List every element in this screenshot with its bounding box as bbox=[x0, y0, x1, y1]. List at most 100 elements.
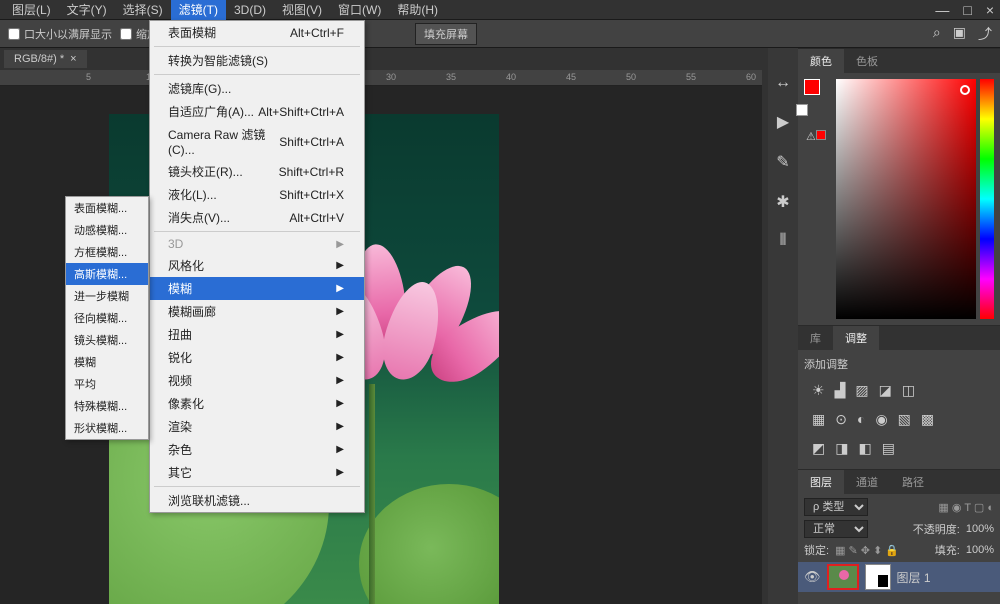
adjustment-preset-icon[interactable]: ☀ bbox=[812, 382, 825, 399]
filter-menu-item[interactable]: 浏览联机滤镜... bbox=[150, 489, 364, 512]
adjustment-preset-icon[interactable]: ▦ bbox=[812, 411, 825, 428]
filter-menu-item[interactable]: Camera Raw 滤镜(C)...Shift+Ctrl+A bbox=[150, 123, 364, 160]
opacity-value[interactable]: 100% bbox=[966, 523, 994, 535]
fit-screen-checkbox[interactable]: 口大小以满屏显示 bbox=[8, 26, 112, 42]
filter-menu-item[interactable]: 转换为智能滤镜(S) bbox=[150, 49, 364, 72]
adjustment-preset-icon[interactable]: ◐ bbox=[857, 411, 865, 428]
blur-menu-item[interactable]: 镜头模糊... bbox=[66, 329, 148, 351]
minimize-icon[interactable]: — bbox=[935, 2, 949, 18]
lock-option-icon[interactable]: ✥ bbox=[861, 545, 873, 557]
dock-icon-nav[interactable]: ↔ bbox=[775, 74, 791, 92]
mask-thumbnail[interactable] bbox=[865, 564, 891, 590]
document-tab-close-icon[interactable]: × bbox=[70, 53, 76, 65]
menu-layer[interactable]: 图层(L) bbox=[4, 0, 59, 20]
layer-name[interactable]: 图层 1 bbox=[897, 569, 931, 586]
share-icon[interactable]: ⤴ bbox=[978, 24, 992, 44]
adjustment-preset-icon[interactable]: ▟ bbox=[835, 382, 846, 399]
filter-menu-item[interactable]: 模糊画廊▶ bbox=[150, 300, 364, 323]
layer-filter-icon[interactable]: ▦ bbox=[938, 502, 951, 514]
lock-option-icon[interactable]: ⬍ bbox=[873, 545, 885, 557]
layer-kind-filter[interactable]: ρ 类型 bbox=[804, 498, 868, 516]
tab-adjustments[interactable]: 调整 bbox=[833, 326, 879, 350]
hue-slider[interactable] bbox=[980, 79, 994, 319]
filter-menu-item[interactable]: 扭曲▶ bbox=[150, 323, 364, 346]
adjustment-preset-icon[interactable]: ▨ bbox=[855, 382, 868, 399]
gamut-warning-icon[interactable]: ⚠ bbox=[806, 130, 816, 143]
blur-menu-item[interactable]: 表面模糊... bbox=[66, 197, 148, 219]
adjustment-preset-icon[interactable]: ◧ bbox=[858, 440, 871, 457]
layer-row[interactable]: 👁 图层 1 bbox=[798, 562, 1000, 592]
tab-libraries[interactable]: 库 bbox=[798, 326, 833, 350]
filter-menu-item[interactable]: 锐化▶ bbox=[150, 346, 364, 369]
maximize-icon[interactable]: □ bbox=[963, 2, 971, 18]
fill-value[interactable]: 100% bbox=[966, 544, 994, 556]
adjustment-preset-icon[interactable]: ◨ bbox=[835, 440, 848, 457]
dock-icon-brush[interactable]: ✎ bbox=[776, 152, 789, 172]
lock-option-icon[interactable]: ▦ bbox=[835, 545, 848, 557]
close-icon[interactable]: × bbox=[986, 2, 994, 18]
dock-icon-play[interactable]: ▶ bbox=[777, 112, 789, 132]
tab-channels[interactable]: 通道 bbox=[844, 470, 890, 494]
adjustment-preset-icon[interactable]: ▧ bbox=[898, 411, 911, 428]
layer-filter-icon[interactable]: ▢ bbox=[974, 502, 987, 514]
blur-menu-item[interactable]: 特殊模糊... bbox=[66, 395, 148, 417]
lock-option-icon[interactable]: 🔒 bbox=[885, 545, 899, 557]
tab-layers[interactable]: 图层 bbox=[798, 470, 844, 494]
filter-menu-item[interactable]: 渲染▶ bbox=[150, 415, 364, 438]
blur-menu-item[interactable]: 模糊 bbox=[66, 351, 148, 373]
filter-menu-item[interactable]: 镜头校正(R)...Shift+Ctrl+R bbox=[150, 160, 364, 183]
menu-select[interactable]: 选择(S) bbox=[115, 0, 171, 20]
menu-3d[interactable]: 3D(D) bbox=[226, 1, 274, 19]
layer-thumbnail[interactable] bbox=[827, 564, 859, 590]
filter-menu-item[interactable]: 杂色▶ bbox=[150, 438, 364, 461]
filter-menu-item[interactable]: 像素化▶ bbox=[150, 392, 364, 415]
filter-menu-item[interactable]: 风格化▶ bbox=[150, 254, 364, 277]
adjustment-preset-icon[interactable]: ◪ bbox=[879, 382, 892, 399]
blend-mode-select[interactable]: 正常 bbox=[804, 520, 868, 538]
background-color-swatch[interactable] bbox=[796, 104, 808, 116]
layer-filter-icon[interactable]: ◐ bbox=[987, 502, 994, 514]
layer-filter-icon[interactable]: T bbox=[964, 502, 974, 514]
tab-color[interactable]: 颜色 bbox=[798, 49, 844, 73]
adjustment-preset-icon[interactable]: ◩ bbox=[812, 440, 825, 457]
filter-menu-item[interactable]: 3D▶ bbox=[150, 234, 364, 254]
search-icon[interactable]: ⌕ bbox=[933, 24, 941, 44]
document-tab[interactable]: RGB/8#) * × bbox=[4, 50, 87, 68]
adjustment-preset-icon[interactable]: ▩ bbox=[921, 411, 934, 428]
filter-menu-item[interactable]: 视频▶ bbox=[150, 369, 364, 392]
blur-menu-item[interactable]: 径向模糊... bbox=[66, 307, 148, 329]
arrange-icon[interactable]: ▣ bbox=[953, 24, 966, 44]
filter-menu-item[interactable]: 自适应广角(A)...Alt+Shift+Ctrl+A bbox=[150, 100, 364, 123]
filter-menu-item[interactable]: 模糊▶ bbox=[150, 277, 364, 300]
dock-icon-para[interactable]: ⫴ bbox=[780, 232, 787, 250]
filter-menu-item[interactable]: 表面模糊Alt+Ctrl+F bbox=[150, 21, 364, 44]
blur-menu-item[interactable]: 形状模糊... bbox=[66, 417, 148, 439]
filter-menu-item[interactable]: 滤镜库(G)... bbox=[150, 77, 364, 100]
menu-help[interactable]: 帮助(H) bbox=[389, 0, 446, 20]
color-field[interactable] bbox=[836, 79, 976, 319]
menu-type[interactable]: 文字(Y) bbox=[59, 0, 115, 20]
filter-menu-item[interactable]: 消失点(V)...Alt+Ctrl+V bbox=[150, 206, 364, 229]
foreground-color-swatch[interactable] bbox=[804, 79, 820, 95]
menu-window[interactable]: 窗口(W) bbox=[330, 0, 389, 20]
blur-menu-item[interactable]: 高斯模糊... bbox=[66, 263, 148, 285]
adjustment-preset-icon[interactable]: ◉ bbox=[875, 411, 887, 428]
tab-swatches[interactable]: 色板 bbox=[844, 49, 890, 73]
visibility-icon[interactable]: 👁 bbox=[804, 569, 821, 585]
blur-menu-item[interactable]: 方框模糊... bbox=[66, 241, 148, 263]
filter-menu-item[interactable]: 液化(L)...Shift+Ctrl+X bbox=[150, 183, 364, 206]
blur-menu-item[interactable]: 进一步模糊 bbox=[66, 285, 148, 307]
menu-view[interactable]: 视图(V) bbox=[274, 0, 330, 20]
layer-filter-icon[interactable]: ◉ bbox=[952, 502, 964, 514]
menu-filter[interactable]: 滤镜(T) bbox=[171, 0, 226, 20]
filter-menu-item[interactable]: 其它▶ bbox=[150, 461, 364, 484]
adjustment-preset-icon[interactable]: ◫ bbox=[902, 382, 915, 399]
gamut-swatch[interactable] bbox=[816, 130, 826, 140]
adjustment-preset-icon[interactable]: ⊙ bbox=[835, 411, 847, 428]
dock-icon-char[interactable]: ✱ bbox=[776, 192, 789, 212]
tab-paths[interactable]: 路径 bbox=[890, 470, 936, 494]
lock-option-icon[interactable]: ✎ bbox=[849, 545, 861, 557]
blur-menu-item[interactable]: 平均 bbox=[66, 373, 148, 395]
fill-screen-button[interactable]: 填充屏幕 bbox=[415, 23, 477, 45]
adjustment-preset-icon[interactable]: ▤ bbox=[882, 440, 895, 457]
